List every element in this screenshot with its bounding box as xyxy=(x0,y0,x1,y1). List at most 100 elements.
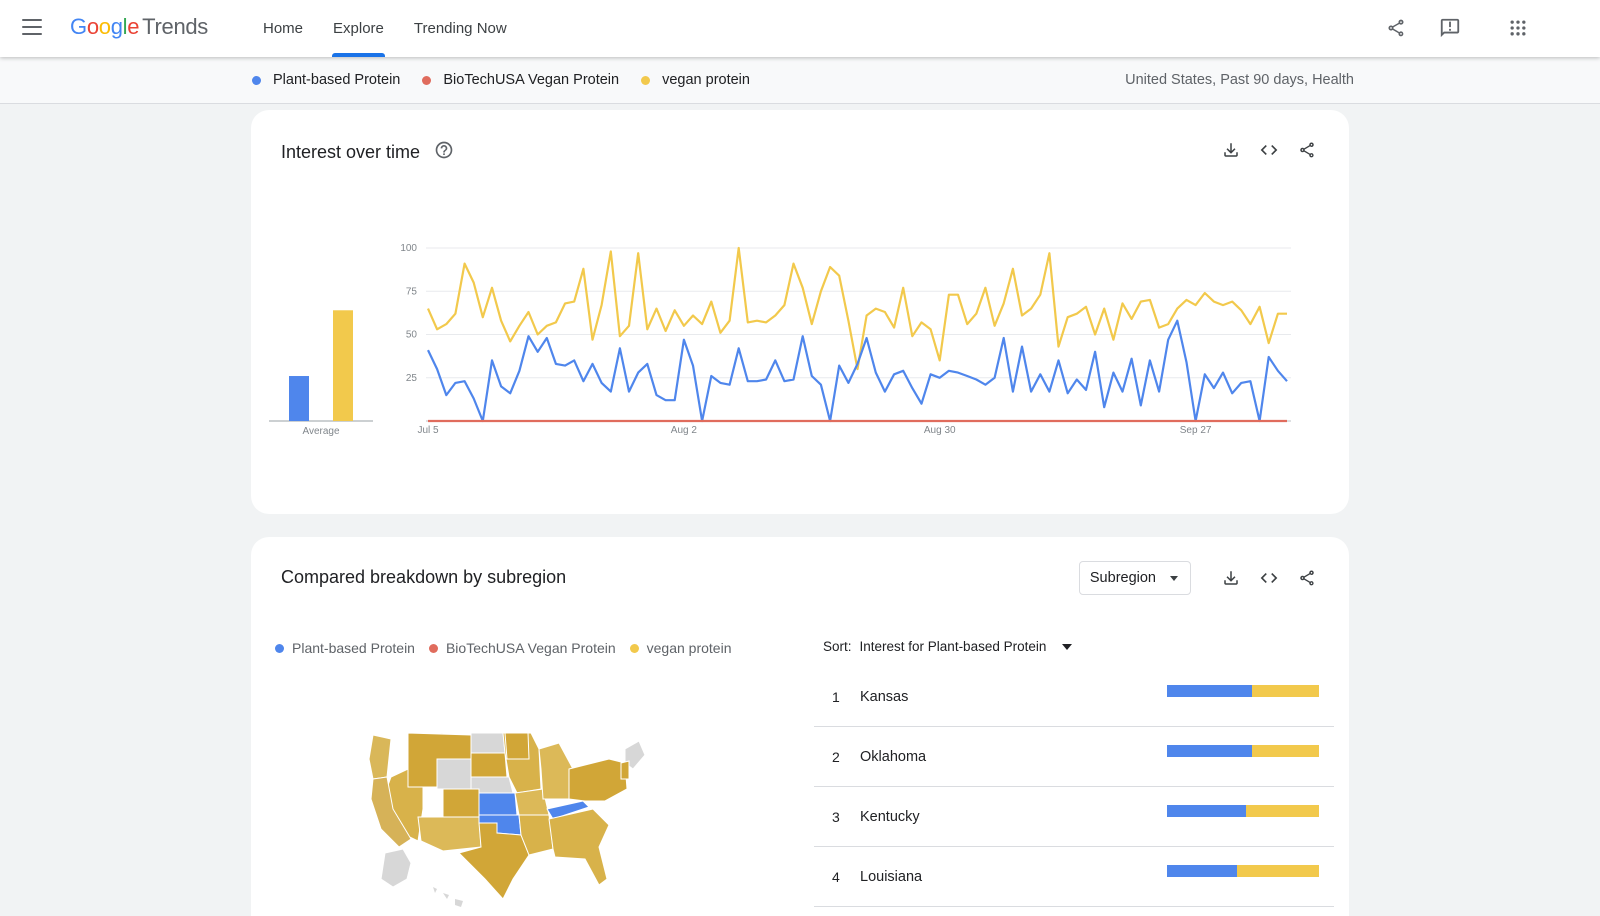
interest-bar xyxy=(1167,685,1319,697)
subregion-breakdown-title: Compared breakdown by subregion xyxy=(281,567,566,588)
hamburger-menu-icon[interactable] xyxy=(22,19,42,35)
term-label: vegan protein xyxy=(662,72,750,88)
comparison-bar: Plant-based Protein BioTechUSA Vegan Pro… xyxy=(0,57,1600,104)
map-region-alaska xyxy=(380,848,412,888)
map-region-northeast xyxy=(568,758,628,802)
embed-code-icon[interactable] xyxy=(1257,566,1281,590)
caret-down-icon xyxy=(1170,575,1178,581)
bar-vegan-protein xyxy=(1252,745,1319,757)
sort-control: Sort: Interest for Plant-based Protein xyxy=(823,639,1073,654)
list-item[interactable]: 1 Kansas xyxy=(814,667,1334,727)
main-nav: Home Explore Trending Now xyxy=(248,0,522,57)
map-region-hawaii xyxy=(433,887,463,907)
dropdown-value: Subregion xyxy=(1089,570,1156,586)
term-biotechusa-vegan-protein[interactable]: BioTechUSA Vegan Protein xyxy=(422,72,619,88)
x-tick-label: Sep 27 xyxy=(1180,425,1212,436)
legend-dot xyxy=(422,75,432,85)
legend-vegan-protein: vegan protein xyxy=(629,640,732,656)
term-plant-based-protein[interactable]: Plant-based Protein xyxy=(252,72,400,88)
legend-dot xyxy=(252,75,261,85)
subregion-dropdown[interactable]: Subregion xyxy=(1078,561,1191,595)
subregion-breakdown-card: Compared breakdown by subregion Subregio… xyxy=(251,537,1349,916)
region-name: Louisiana xyxy=(860,869,923,885)
term-label: BioTechUSA Vegan Protein xyxy=(443,72,620,88)
map-region-south-dakota xyxy=(470,752,508,778)
legend-dot xyxy=(641,75,651,85)
x-tick-label: Jul 5 xyxy=(417,425,439,436)
sort-caret-down-icon[interactable] xyxy=(1062,643,1073,650)
map-region-minnesota xyxy=(504,732,530,760)
rank-number: 4 xyxy=(832,869,840,885)
list-item[interactable]: 2 Oklahoma xyxy=(814,727,1334,787)
map-region-maine xyxy=(620,760,630,780)
y-tick-label: 25 xyxy=(406,373,418,384)
average-bar xyxy=(289,376,309,421)
average-bar xyxy=(333,310,353,421)
map-region-great-lakes xyxy=(538,742,574,800)
share-icon[interactable] xyxy=(1295,566,1319,590)
region-name: Kentucky xyxy=(860,809,920,825)
y-tick-label: 50 xyxy=(406,330,418,341)
bar-plant-based xyxy=(1167,685,1253,697)
legend-plant-based-protein: Plant-based Protein xyxy=(275,640,415,656)
interest-over-time-card: Interest over time 25 50 75 100 Jul 5 Aug 2 Au… xyxy=(251,110,1349,514)
bar-plant-based xyxy=(1167,805,1247,817)
breakdown-legend: Plant-based Protein BioTechUSA Vegan Pro… xyxy=(275,640,731,656)
list-item[interactable]: 4 Louisiana xyxy=(814,847,1334,907)
top-app-bar: Google Trends Home Explore Trending Now xyxy=(0,0,1600,57)
top-actions xyxy=(1382,14,1532,42)
region-name: Kansas xyxy=(860,689,909,705)
bar-vegan-protein xyxy=(1252,685,1319,697)
nav-trending-now[interactable]: Trending Now xyxy=(399,0,522,57)
bar-vegan-protein xyxy=(1246,805,1319,817)
us-subregion-map[interactable] xyxy=(363,729,663,914)
apps-grid-icon[interactable] xyxy=(1504,14,1532,42)
y-tick-label: 75 xyxy=(406,286,418,297)
legend-label: BioTechUSA Vegan Protein xyxy=(445,640,616,656)
legend-biotechusa-vegan-protein: BioTechUSA Vegan Protein xyxy=(428,640,616,656)
list-item[interactable]: 3 Kentucky xyxy=(814,787,1334,847)
filter-context[interactable]: United States, Past 90 days, Health xyxy=(1125,72,1354,88)
x-tick-label: Aug 30 xyxy=(924,425,956,436)
map-region-southeast xyxy=(548,808,610,886)
map-region-southwest xyxy=(417,816,482,852)
subregion-ranking-list: 1 Kansas 2 Oklahoma 3 Kentucky 4 Louisia… xyxy=(814,667,1334,907)
sort-value[interactable]: Interest for Plant-based Protein xyxy=(860,639,1047,654)
region-name: Oklahoma xyxy=(860,749,927,765)
breakdown-card-actions: Subregion xyxy=(1078,561,1319,595)
sort-label: Sort: xyxy=(823,639,852,654)
legend-label: vegan protein xyxy=(646,640,732,656)
nav-explore[interactable]: Explore xyxy=(318,0,399,57)
map-region-colorado xyxy=(442,788,480,818)
bar-plant-based xyxy=(1167,865,1237,877)
rank-number: 2 xyxy=(832,749,840,765)
interest-bar xyxy=(1167,745,1319,757)
bar-vegan-protein xyxy=(1236,865,1319,877)
map-region-wyoming xyxy=(436,758,472,790)
bar-plant-based xyxy=(1167,745,1253,757)
series-line-vegan-protein xyxy=(426,246,1287,371)
x-tick-label: Aug 2 xyxy=(671,425,698,436)
legend-dot xyxy=(428,643,438,653)
series-line-plant-based-protein xyxy=(427,319,1288,423)
share-icon[interactable] xyxy=(1382,14,1410,42)
download-icon[interactable] xyxy=(1219,566,1243,590)
us-map-svg xyxy=(368,732,646,907)
map-region-pacific xyxy=(368,734,392,780)
legend-dot xyxy=(629,643,639,653)
legend-dot xyxy=(275,643,284,653)
map-region-north-dakota xyxy=(470,732,506,754)
term-label: Plant-based Protein xyxy=(273,72,401,88)
rank-number: 3 xyxy=(832,809,840,825)
interest-bar xyxy=(1167,805,1319,817)
term-vegan-protein[interactable]: vegan protein xyxy=(641,72,750,88)
legend-label: Plant-based Protein xyxy=(292,640,415,656)
interest-over-time-chart[interactable]: 25 50 75 100 Jul 5 Aug 2 Aug 30 Sep 27 Average xyxy=(251,110,1349,514)
map-region-kansas xyxy=(478,792,518,816)
search-terms-legend: Plant-based Protein BioTechUSA Vegan Pro… xyxy=(252,72,750,88)
rank-number: 1 xyxy=(832,689,840,705)
feedback-icon[interactable] xyxy=(1436,14,1464,42)
y-tick-label: 100 xyxy=(400,243,417,254)
nav-home[interactable]: Home xyxy=(248,0,318,57)
google-trends-logo[interactable]: Google Trends xyxy=(70,14,208,40)
